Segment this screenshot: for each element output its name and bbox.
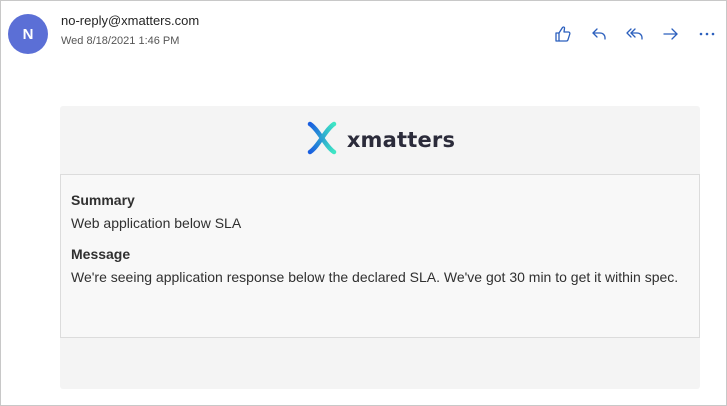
- like-button[interactable]: [545, 23, 581, 45]
- forward-icon: [662, 25, 680, 43]
- reply-icon: [590, 25, 608, 43]
- reply-all-icon: [626, 25, 644, 43]
- thumbs-up-icon: [554, 25, 572, 43]
- email-reading-pane: N no-reply@xmatters.com Wed 8/18/2021 1:…: [0, 0, 727, 406]
- sent-date: Wed 8/18/2021 1:46 PM: [61, 35, 180, 47]
- forward-button[interactable]: [653, 23, 689, 45]
- avatar-initial: N: [22, 25, 34, 43]
- avatar[interactable]: N: [8, 14, 48, 54]
- xmatters-logo-icon: [305, 120, 339, 161]
- reply-all-button[interactable]: [617, 23, 653, 45]
- message-label: Message: [71, 246, 131, 262]
- message-card: xmatters Summary Web application below S…: [60, 106, 700, 389]
- more-actions-button[interactable]: [689, 23, 725, 45]
- summary-label: Summary: [71, 192, 135, 208]
- reply-button[interactable]: [581, 23, 617, 45]
- sender-address[interactable]: no-reply@xmatters.com: [61, 13, 199, 28]
- card-body: Summary Web application below SLA Messag…: [60, 174, 700, 338]
- brand-name: xmatters: [346, 128, 456, 152]
- brand-header: xmatters: [60, 106, 700, 174]
- more-icon: [698, 25, 716, 43]
- message-actions: [545, 23, 725, 45]
- summary-value: Web application below SLA: [71, 215, 242, 231]
- message-value: We're seeing application response below …: [71, 269, 679, 285]
